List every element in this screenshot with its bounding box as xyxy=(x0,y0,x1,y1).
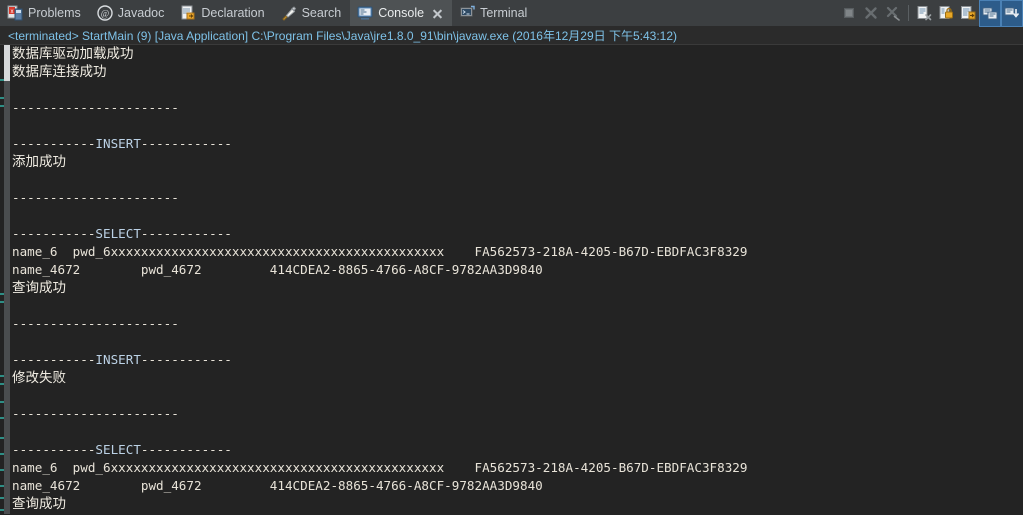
tab-list: x Problems @ Javadoc Declaration Search Consol… xyxy=(0,0,536,26)
clear-console-icon xyxy=(916,5,932,21)
tab-label: Console xyxy=(378,5,425,20)
console-line: -----------SELECT------------ xyxy=(12,226,232,241)
console-line: 查询成功 xyxy=(12,495,1023,513)
console-sql-keyword: SELECT xyxy=(95,226,141,241)
console-message-text: 数据库驱动加载成功 xyxy=(12,46,134,62)
console-line: ---------------------- xyxy=(12,190,179,205)
console-message-text: 查询成功 xyxy=(12,496,66,512)
console-line: 修改失败 xyxy=(12,369,1023,387)
console-line: name_6 pwd_6xxxxxxxxxxxxxxxxxxxxxxxxxxxx… xyxy=(12,460,748,475)
pin-console-button[interactable] xyxy=(957,0,979,27)
close-x-pin-icon xyxy=(885,5,901,21)
eclipse-console-view: x Problems @ Javadoc Declaration Search Consol… xyxy=(0,0,1023,515)
tab-label: Declaration xyxy=(201,5,265,20)
display-console-icon xyxy=(982,5,998,21)
stop-square-icon xyxy=(841,5,857,21)
console-line: ---------------------- xyxy=(12,406,179,421)
console-line: ---------------------- xyxy=(12,316,179,331)
tab-terminal[interactable]: Terminal xyxy=(452,0,536,26)
console-message-text: 修改失败 xyxy=(12,370,66,386)
problems-icon: x xyxy=(7,5,23,21)
lock-icon xyxy=(938,5,954,21)
close-icon[interactable] xyxy=(432,8,443,19)
console-icon xyxy=(357,5,373,21)
tab-declaration[interactable]: Declaration xyxy=(173,0,273,26)
scroll-lock-button[interactable] xyxy=(935,0,957,27)
console-line: name_4672 pwd_4672 414CDEA2-8865-4766-A8… xyxy=(12,478,543,493)
remove-all-terminated-button xyxy=(882,0,904,27)
console-line: name_4672 pwd_4672 414CDEA2-8865-4766-A8… xyxy=(12,262,543,277)
open-console-button[interactable] xyxy=(1001,0,1023,27)
display-selected-console-button[interactable] xyxy=(979,0,1001,27)
tab-search[interactable]: Search xyxy=(274,0,351,26)
tab-problems[interactable]: x Problems xyxy=(0,0,90,26)
console-line: name_6 pwd_6xxxxxxxxxxxxxxxxxxxxxxxxxxxx… xyxy=(12,244,748,259)
svg-text:x: x xyxy=(11,9,14,15)
console-line: ---------------------- xyxy=(12,100,179,115)
console-line: 数据库驱动加载成功 xyxy=(12,45,1023,63)
tab-label: Javadoc xyxy=(117,5,165,20)
console-line: -----------INSERT------------ xyxy=(12,136,232,151)
remove-launch-button xyxy=(860,0,882,27)
tab-console[interactable]: Console xyxy=(350,0,453,26)
close-x-icon xyxy=(863,5,879,21)
console-sql-keyword: SELECT xyxy=(95,442,141,457)
declaration-icon xyxy=(180,5,196,21)
console-line: -----------SELECT------------ xyxy=(12,442,232,457)
console-toolbar xyxy=(838,0,1023,27)
svg-text:@: @ xyxy=(101,9,109,19)
console-line: 查询成功 xyxy=(12,279,1023,297)
tab-label: Problems xyxy=(28,5,81,20)
toolbar-separator xyxy=(908,5,909,21)
console-text-content[interactable]: 数据库驱动加载成功 数据库连接成功 ---------------------- --… xyxy=(10,45,1023,514)
console-sql-keyword: INSERT xyxy=(95,136,141,151)
console-message-text: 添加成功 xyxy=(12,154,66,170)
tab-javadoc[interactable]: @ Javadoc xyxy=(90,0,174,26)
console-sql-keyword: INSERT xyxy=(95,352,141,367)
console-line: 数据库连接成功 xyxy=(12,63,1023,81)
terminate-button xyxy=(838,0,860,27)
console-message-text: 查询成功 xyxy=(12,280,66,296)
tab-label: Search xyxy=(301,5,342,20)
clear-console-button[interactable] xyxy=(913,0,935,27)
tab-label: Terminal xyxy=(480,5,528,20)
console-output-area[interactable]: 数据库驱动加载成功 数据库连接成功 ---------------------- --… xyxy=(0,45,1023,514)
search-icon xyxy=(281,5,297,21)
console-message-text: 数据库连接成功 xyxy=(12,64,107,80)
javadoc-icon: @ xyxy=(97,5,113,21)
terminal-icon xyxy=(459,5,475,21)
view-tab-bar: x Problems @ Javadoc Declaration Search Consol… xyxy=(0,0,1023,27)
process-description-line: <terminated> StartMain (9) [Java Applica… xyxy=(0,27,1023,45)
pin-console-icon xyxy=(960,5,976,21)
console-line: 添加成功 xyxy=(12,153,1023,171)
console-line: -----------INSERT------------ xyxy=(12,352,232,367)
open-console-icon xyxy=(1004,5,1020,21)
